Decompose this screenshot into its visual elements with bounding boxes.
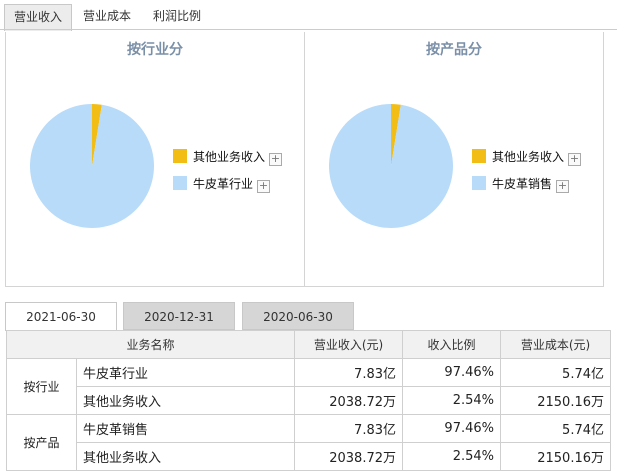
table-row: 按行业 牛皮革行业 7.83亿 97.46% 5.74亿 — [6, 358, 611, 415]
legend-swatch-leather — [173, 176, 187, 190]
row-name: 其他业务收入 — [76, 442, 295, 471]
row-cost: 5.74亿 — [500, 358, 611, 387]
industry-panel: 按行业分 其他业务收入 + 牛皮革行业 + — [5, 32, 305, 287]
header-ratio: 收入比例 — [402, 330, 501, 359]
date-tab-2020-12-31[interactable]: 2020-12-31 — [123, 302, 235, 330]
header-business-name: 业务名称 — [6, 330, 295, 359]
row-name: 其他业务收入 — [76, 386, 295, 415]
industry-pie-chart — [30, 104, 154, 228]
legend-swatch-other — [472, 149, 486, 163]
industry-panel-title: 按行业分 — [127, 42, 183, 58]
legend-label: 其他业务收入 — [492, 150, 565, 164]
tab-profit-ratio[interactable]: 利润比例 — [146, 4, 208, 29]
row-name: 牛皮革销售 — [76, 414, 295, 443]
legend-swatch-leather — [472, 176, 486, 190]
date-tab-2021-06-30[interactable]: 2021-06-30 — [5, 302, 117, 331]
group-label: 按行业 — [6, 358, 77, 415]
table-row: 按产品 牛皮革销售 7.83亿 97.46% 5.74亿 — [6, 414, 611, 471]
product-legend-other[interactable]: 其他业务收入 + — [472, 149, 582, 166]
row-ratio: 2.54% — [402, 386, 501, 415]
group-label: 按产品 — [6, 414, 77, 471]
legend-label: 其他业务收入 — [193, 150, 266, 164]
tab-cost[interactable]: 营业成本 — [76, 4, 138, 29]
expand-plus-icon[interactable]: + — [257, 180, 271, 193]
header-revenue: 营业收入(元) — [294, 330, 403, 359]
row-cost: 2150.16万 — [500, 386, 611, 415]
tab-revenue[interactable]: 营业收入 — [4, 4, 72, 31]
date-tab-2020-06-30[interactable]: 2020-06-30 — [242, 302, 354, 330]
expand-plus-icon[interactable]: + — [269, 153, 283, 166]
product-pie-chart — [329, 104, 453, 228]
row-ratio: 97.46% — [402, 358, 501, 387]
row-revenue: 7.83亿 — [294, 414, 403, 443]
industry-legend-leather[interactable]: 牛皮革行业 + — [173, 176, 271, 193]
row-revenue: 2038.72万 — [294, 386, 403, 415]
legend-label: 牛皮革行业 — [193, 177, 254, 191]
tab-bar-divider — [0, 29, 617, 30]
table-row: 其他业务收入 2038.72万 2.54% 2150.16万 — [7, 386, 611, 415]
row-ratio: 2.54% — [402, 442, 501, 471]
expand-plus-icon[interactable]: + — [556, 180, 570, 193]
row-ratio: 97.46% — [402, 414, 501, 443]
pie-slice-1[interactable] — [30, 104, 154, 228]
row-revenue: 7.83亿 — [294, 358, 403, 387]
row-name: 牛皮革行业 — [76, 358, 295, 387]
product-panel: 按产品分 其他业务收入 + 牛皮革销售 + — [304, 32, 604, 287]
row-cost: 5.74亿 — [500, 414, 611, 443]
product-legend-leather[interactable]: 牛皮革销售 + — [472, 176, 570, 193]
business-table: 业务名称 营业收入(元) 收入比例 营业成本(元) 按行业 牛皮革行业 7.83… — [6, 330, 611, 471]
row-revenue: 2038.72万 — [294, 442, 403, 471]
legend-label: 牛皮革销售 — [492, 177, 553, 191]
header-cost: 营业成本(元) — [500, 330, 611, 359]
table-header-row: 业务名称 营业收入(元) 收入比例 营业成本(元) — [6, 330, 611, 359]
row-cost: 2150.16万 — [500, 442, 611, 471]
expand-plus-icon[interactable]: + — [568, 153, 582, 166]
industry-legend-other[interactable]: 其他业务收入 + — [173, 149, 283, 166]
product-panel-title: 按产品分 — [426, 42, 482, 58]
table-row: 其他业务收入 2038.72万 2.54% 2150.16万 — [7, 442, 611, 471]
pie-slice-1[interactable] — [329, 104, 453, 228]
top-tab-bar: 营业收入 营业成本 利润比例 — [0, 0, 617, 31]
legend-swatch-other — [173, 149, 187, 163]
